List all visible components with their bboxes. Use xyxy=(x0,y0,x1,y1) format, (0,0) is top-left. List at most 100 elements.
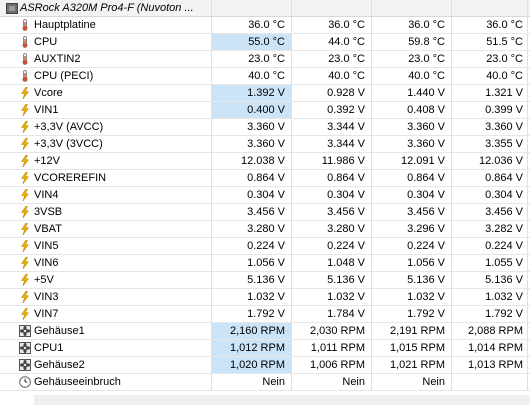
sensor-row[interactable]: VIN1 0.400 V 0.392 V 0.408 V 0.399 V xyxy=(0,102,530,119)
lightning-icon xyxy=(19,120,31,134)
max-value: 3.360 V xyxy=(372,136,452,152)
max-value: Nein xyxy=(372,374,452,390)
min-value: 0.392 V xyxy=(292,102,372,118)
sensor-row[interactable]: VIN4 0.304 V 0.304 V 0.304 V 0.304 V xyxy=(0,187,530,204)
avg-value: 0.864 V xyxy=(452,170,528,186)
thermometer-icon xyxy=(19,19,31,31)
sensor-row[interactable]: Gehäuse1 2,160 RPM 2,030 RPM 2,191 RPM 2,088… xyxy=(0,323,530,340)
max-value: 0.408 V xyxy=(372,102,452,118)
header-col-max[interactable] xyxy=(372,0,452,16)
header-col-min[interactable] xyxy=(292,0,372,16)
sensor-name-cell: 3VSB xyxy=(0,204,212,220)
sensor-row[interactable]: Gehäuse2 1,020 RPM 1,006 RPM 1,021 RPM 1,013… xyxy=(0,357,530,374)
avg-value: 3.282 V xyxy=(452,221,528,237)
current-value: 0.304 V xyxy=(212,187,292,203)
sensor-label: VCOREREFIN xyxy=(34,172,107,184)
avg-value xyxy=(452,374,528,390)
sensor-row[interactable]: AUXTIN2 23.0 °C 23.0 °C 23.0 °C 23.0 °C xyxy=(0,51,530,68)
avg-value: 0.399 V xyxy=(452,102,528,118)
avg-value: 12.036 V xyxy=(452,153,528,169)
avg-value: 0.224 V xyxy=(452,238,528,254)
avg-value: 51.5 °C xyxy=(452,34,528,50)
avg-value: 1.055 V xyxy=(452,255,528,271)
sensor-name-cell: VIN3 xyxy=(0,289,212,305)
sensor-name-cell: +12V xyxy=(0,153,212,169)
clock-icon xyxy=(19,376,31,388)
sensor-table: ASRock A320M Pro4-F (Nuvoton ... Hauptpl… xyxy=(0,0,530,395)
sensor-row[interactable]: CPU 55.0 °C 44.0 °C 59.8 °C 51.5 °C xyxy=(0,34,530,51)
max-value: 1.792 V xyxy=(372,306,452,322)
sensor-label: +12V xyxy=(34,155,60,167)
current-value: 1.056 V xyxy=(212,255,292,271)
sensor-label: CPU xyxy=(34,36,58,48)
sensor-row[interactable]: VIN5 0.224 V 0.224 V 0.224 V 0.224 V xyxy=(0,238,530,255)
sensor-label: CPU (PECI) xyxy=(34,70,94,82)
thermometer-icon xyxy=(19,53,31,65)
sensor-row[interactable]: +12V 12.038 V 11.986 V 12.091 V 12.036 V xyxy=(0,153,530,170)
avg-value: 1,014 RPM xyxy=(452,340,528,356)
current-value: 2,160 RPM xyxy=(212,323,292,339)
min-value: 0.864 V xyxy=(292,170,372,186)
lightning-icon xyxy=(19,154,31,168)
current-value: 3.280 V xyxy=(212,221,292,237)
sensor-row[interactable]: +5V 5.136 V 5.136 V 5.136 V 5.136 V xyxy=(0,272,530,289)
sensor-row[interactable]: CPU (PECI) 40.0 °C 40.0 °C 40.0 °C 40.0 °C xyxy=(0,68,530,85)
sensor-row[interactable]: +3,3V (AVCC) 3.360 V 3.344 V 3.360 V 3.360 V xyxy=(0,119,530,136)
sensor-name-cell: VBAT xyxy=(0,221,212,237)
sensor-row[interactable]: VIN3 1.032 V 1.032 V 1.032 V 1.032 V xyxy=(0,289,530,306)
sensor-row[interactable]: Gehäuseeinbruch Nein Nein Nein xyxy=(0,374,530,391)
min-value: 11.986 V xyxy=(292,153,372,169)
sensor-label: 3VSB xyxy=(34,206,63,218)
avg-value: 23.0 °C xyxy=(452,51,528,67)
sensor-row[interactable]: Hauptplatine 36.0 °C 36.0 °C 36.0 °C 36.0 °C xyxy=(0,17,530,34)
sensor-row[interactable]: VIN6 1.056 V 1.048 V 1.056 V 1.055 V xyxy=(0,255,530,272)
sensor-row[interactable]: 3VSB 3.456 V 3.456 V 3.456 V 3.456 V xyxy=(0,204,530,221)
max-value: 0.224 V xyxy=(372,238,452,254)
sensor-row[interactable]: VBAT 3.280 V 3.280 V 3.296 V 3.282 V xyxy=(0,221,530,238)
lightning-icon xyxy=(19,103,31,117)
lightning-icon xyxy=(19,171,31,185)
current-value: 36.0 °C xyxy=(212,17,292,33)
sensor-name-cell: VIN7 xyxy=(0,306,212,322)
sensor-name-cell: Hauptplatine xyxy=(0,17,212,33)
avg-value: 40.0 °C xyxy=(452,68,528,84)
max-value: 0.864 V xyxy=(372,170,452,186)
avg-value: 5.136 V xyxy=(452,272,528,288)
min-value: 1,006 RPM xyxy=(292,357,372,373)
sensor-name-cell: CPU (PECI) xyxy=(0,68,212,84)
group-title: ASRock A320M Pro4-F (Nuvoton ... xyxy=(20,2,194,14)
max-value: 5.136 V xyxy=(372,272,452,288)
horizontal-scrollbar[interactable] xyxy=(34,395,530,405)
sensor-row[interactable]: VCOREREFIN 0.864 V 0.864 V 0.864 V 0.864 V xyxy=(0,170,530,187)
current-value: 1,020 RPM xyxy=(212,357,292,373)
sensor-name-cell: CPU1 xyxy=(0,340,212,356)
max-value: 3.360 V xyxy=(372,119,452,135)
avg-value: 0.304 V xyxy=(452,187,528,203)
max-value: 3.296 V xyxy=(372,221,452,237)
min-value: 40.0 °C xyxy=(292,68,372,84)
sensor-label: Gehäuse2 xyxy=(34,359,85,371)
thermometer-icon xyxy=(19,70,31,82)
max-value: 1.440 V xyxy=(372,85,452,101)
min-value: Nein xyxy=(292,374,372,390)
sensor-name-cell: VIN5 xyxy=(0,238,212,254)
lightning-icon xyxy=(19,307,31,321)
header-col-avg[interactable] xyxy=(452,0,528,16)
sensor-row[interactable]: VIN7 1.792 V 1.784 V 1.792 V 1.792 V xyxy=(0,306,530,323)
current-value: 5.136 V xyxy=(212,272,292,288)
sensor-row[interactable]: CPU1 1,012 RPM 1,011 RPM 1,015 RPM 1,014 RPM xyxy=(0,340,530,357)
min-value: 3.344 V xyxy=(292,136,372,152)
max-value: 1,015 RPM xyxy=(372,340,452,356)
min-value: 2,030 RPM xyxy=(292,323,372,339)
sensor-row[interactable]: +3,3V (3VCC) 3.360 V 3.344 V 3.360 V 3.355 V xyxy=(0,136,530,153)
sensor-row[interactable]: Vcore 1.392 V 0.928 V 1.440 V 1.321 V xyxy=(0,85,530,102)
max-value: 0.304 V xyxy=(372,187,452,203)
sensor-group-header[interactable]: ASRock A320M Pro4-F (Nuvoton ... xyxy=(0,0,530,17)
lightning-icon xyxy=(19,290,31,304)
min-value: 44.0 °C xyxy=(292,34,372,50)
fan-icon xyxy=(19,359,31,371)
sensor-name-cell: Gehäuse1 xyxy=(0,323,212,339)
sensor-label: Gehäuseeinbruch xyxy=(34,376,121,388)
current-value: 1.032 V xyxy=(212,289,292,305)
header-col-current[interactable] xyxy=(212,0,292,16)
